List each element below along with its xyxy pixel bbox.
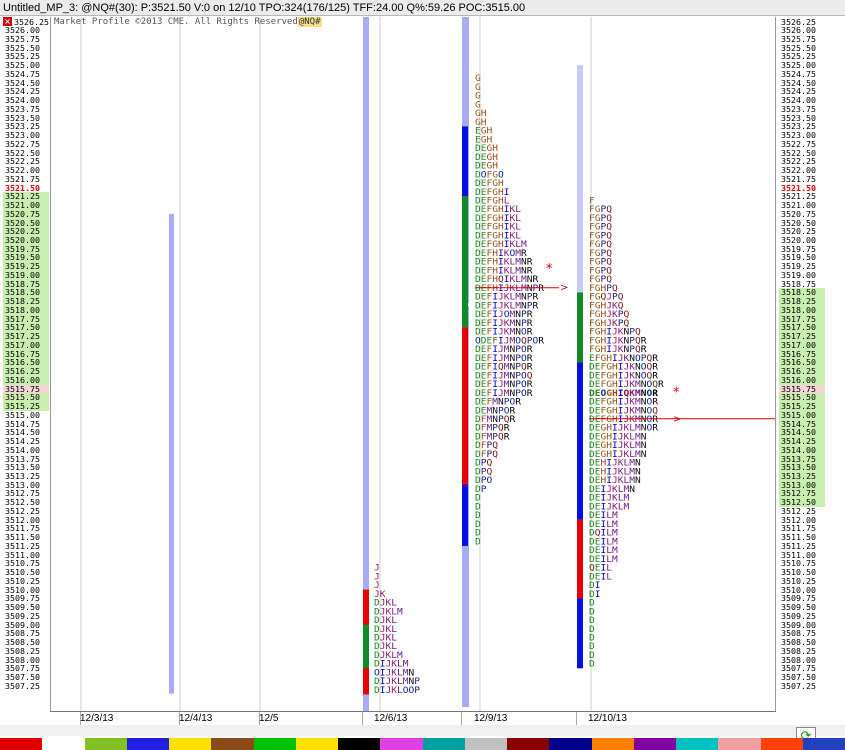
window-title: Untitled_MP_3: @NQ#(30): P:3521.50 V:0 o… bbox=[0, 0, 845, 16]
copyright-text: Market Profile ©2013 CME. All Rights Res… bbox=[54, 17, 298, 27]
color-swatch bbox=[42, 738, 85, 750]
color-swatch bbox=[84, 738, 127, 750]
color-swatch bbox=[802, 738, 845, 750]
copyright-notice: Market Profile ©2013 CME. All Rights Res… bbox=[54, 17, 322, 28]
color-swatch bbox=[549, 738, 592, 750]
date-axis: 12/3/13 12/4/13 12/5 12/6/13 12/9/13 12/10/13 bbox=[50, 711, 776, 725]
color-swatch bbox=[591, 738, 634, 750]
color-swatch bbox=[422, 738, 465, 750]
tpo-row: D bbox=[475, 536, 481, 547]
value-area-bar bbox=[577, 519, 583, 599]
color-swatch bbox=[126, 738, 169, 750]
color-swatch bbox=[507, 738, 550, 750]
value-area-bar bbox=[462, 196, 468, 328]
value-area-bar bbox=[462, 126, 468, 197]
date-label: 12/9/13 bbox=[474, 713, 508, 724]
date-label: 12/6/13 bbox=[374, 713, 408, 724]
tpo-row: D bbox=[589, 659, 595, 670]
tpo-row: DIJKLOOP bbox=[374, 685, 420, 696]
profile-canvas: JJJJKDJKLDJKLMDJKLDJKLDJKLDJKLDJKLMDIJKL… bbox=[80, 17, 775, 711]
color-swatch bbox=[676, 738, 719, 750]
value-area-bar bbox=[577, 598, 583, 669]
symbol-tag: @NQ# bbox=[297, 17, 322, 27]
date-tick bbox=[362, 712, 363, 725]
poc-star: * bbox=[546, 262, 553, 277]
price-axis-left: × 3526.25 3526.00 3525.75 3525.50 3525.25 3525… bbox=[3, 17, 49, 711]
date-tick bbox=[576, 712, 577, 725]
color-swatch bbox=[380, 738, 423, 750]
color-swatch bbox=[464, 738, 507, 750]
range-bar bbox=[169, 213, 174, 694]
value-area-bar bbox=[363, 668, 369, 695]
color-swatch bbox=[718, 738, 761, 750]
price-label: 3507.25 bbox=[781, 680, 816, 691]
color-swatch bbox=[633, 738, 676, 750]
date-label: 12/4/13 bbox=[179, 713, 213, 724]
color-swatch bbox=[253, 738, 296, 750]
price-label: 3507.25 bbox=[5, 680, 40, 691]
color-swatch bbox=[211, 738, 254, 750]
date-label: 12/5 bbox=[259, 713, 279, 724]
value-area-bar bbox=[462, 484, 468, 546]
price-axis-right: 3526.25 3526.00 3525.75 3525.50 3525.25 3525.… bbox=[779, 17, 825, 711]
date-label: 12/10/13 bbox=[588, 713, 627, 724]
color-swatch bbox=[338, 738, 381, 750]
marker bbox=[468, 303, 471, 307]
color-swatch bbox=[0, 738, 43, 750]
tpo-color-legend bbox=[0, 738, 845, 750]
market-profile-chart[interactable]: J J J JK DJKL DJKLM DJKL DJKL DJKL DJKL DJKLM DIJKL… bbox=[50, 17, 776, 711]
date-tick bbox=[461, 712, 462, 725]
color-swatch bbox=[760, 738, 803, 750]
value-area-bar bbox=[577, 292, 583, 363]
poc-marker: > bbox=[673, 414, 681, 425]
date-label: 12/3/13 bbox=[80, 713, 114, 724]
poc-star: * bbox=[673, 386, 680, 401]
color-swatch bbox=[169, 738, 212, 750]
poc-marker: > bbox=[560, 283, 568, 294]
marker bbox=[583, 434, 586, 438]
horizontal-scrollbar[interactable] bbox=[0, 725, 845, 736]
value-area-bar bbox=[462, 327, 468, 485]
value-area-bar bbox=[577, 362, 583, 520]
color-swatch bbox=[295, 738, 338, 750]
